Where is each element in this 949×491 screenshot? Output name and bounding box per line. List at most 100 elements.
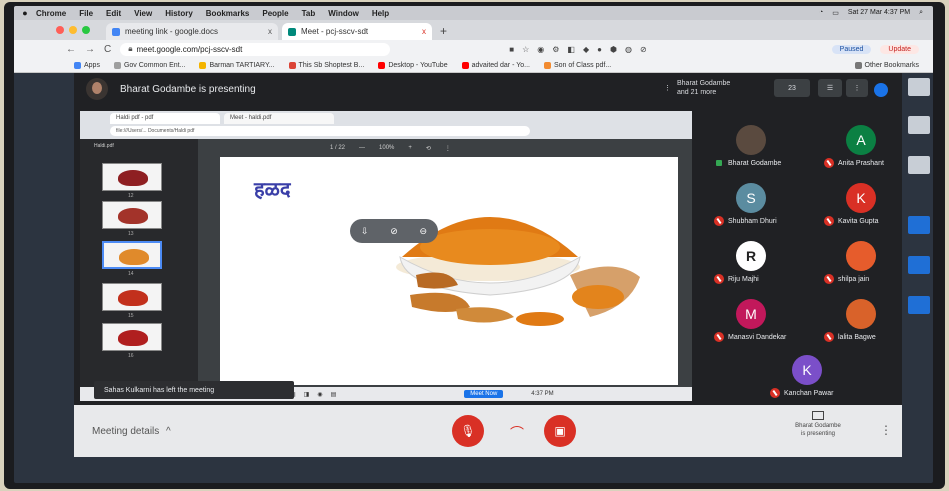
menu-bookmarks[interactable]: Bookmarks bbox=[206, 9, 250, 18]
chat-button[interactable]: ☰ bbox=[818, 79, 842, 97]
thumbnail-panel: Haldi.pdf 12 13 14 15 16 bbox=[80, 139, 198, 401]
extension-icon[interactable]: ● bbox=[597, 45, 602, 54]
desktop-folder-icon[interactable] bbox=[908, 256, 930, 274]
new-tab-button[interactable]: + bbox=[440, 24, 447, 38]
activities-button[interactable]: ⋮ bbox=[846, 79, 868, 97]
tab-meet[interactable]: Meet - pcj-sscv-sdt x bbox=[282, 23, 432, 40]
reload-button[interactable]: C bbox=[104, 44, 111, 55]
star-icon[interactable]: ☆ bbox=[522, 45, 529, 54]
powder-top bbox=[420, 229, 560, 265]
desktop-file-icon[interactable] bbox=[908, 116, 930, 134]
shared-browser-chrome: Haldi pdf - pdf Meet - haldi.pdf file://… bbox=[80, 111, 692, 139]
more-vert-icon[interactable]: ⋮ bbox=[880, 423, 892, 437]
desktop-folder-icon[interactable] bbox=[908, 216, 930, 234]
slide-thumbnail bbox=[102, 323, 162, 351]
battery-icon[interactable]: ▭ bbox=[832, 9, 839, 17]
participant-name: Kanchan Pawar bbox=[784, 389, 834, 397]
forward-button[interactable]: → bbox=[85, 44, 95, 55]
bookmark-item[interactable]: Barman TARTIARY... bbox=[199, 61, 275, 69]
participant-tile[interactable]: K Kanchan Pawar bbox=[760, 355, 860, 405]
bookmark-item[interactable]: This Sb Shoptest B... bbox=[288, 61, 364, 69]
profile-paused-button[interactable]: Paused bbox=[831, 44, 872, 54]
desktop-file-icon[interactable] bbox=[908, 78, 930, 96]
present-icon: ⋮ bbox=[664, 84, 671, 92]
present-now-button[interactable]: Bharat Godambe is presenting bbox=[790, 411, 846, 438]
page-indicator: 1 / 22 bbox=[330, 145, 346, 151]
zoom-window-button[interactable] bbox=[82, 26, 90, 34]
mic-toggle-button[interactable]: 🎙︎ bbox=[452, 415, 484, 447]
participant-name: Bharat Godambe bbox=[728, 159, 782, 167]
close-window-button[interactable] bbox=[56, 26, 64, 34]
slide-number: 12 bbox=[128, 193, 134, 199]
meeting-details-button[interactable]: Meeting details ^ bbox=[92, 426, 171, 437]
bookmark-item[interactable]: advaited dar - Yo... bbox=[461, 61, 530, 69]
avatar: S bbox=[736, 183, 766, 213]
youtube-icon bbox=[461, 61, 469, 69]
participant-tile[interactable]: Bharat Godambe bbox=[704, 125, 804, 175]
desktop-folder-icon[interactable] bbox=[908, 296, 930, 314]
participant-tile[interactable]: R Riju Majhi bbox=[704, 241, 804, 291]
extension-icon[interactable]: ◍ bbox=[625, 45, 632, 54]
camera-off-icon: ▣ bbox=[554, 424, 566, 438]
menu-file[interactable]: File bbox=[79, 9, 93, 18]
participant-tile[interactable]: M Manasvi Dandekar bbox=[704, 299, 804, 349]
menu-people[interactable]: People bbox=[262, 9, 288, 18]
extension-icon[interactable]: ⬢ bbox=[610, 45, 617, 54]
extension-icon[interactable]: ◧ bbox=[567, 45, 575, 54]
menu-window[interactable]: Window bbox=[328, 9, 359, 18]
close-tab-icon[interactable]: x bbox=[422, 27, 426, 36]
extension-icon[interactable]: ⊘ bbox=[640, 45, 647, 54]
pdf-floating-controls[interactable]: ⇩ ⊘ ⊖ bbox=[350, 219, 438, 243]
tab-meeting-link[interactable]: meeting link - google.docs x bbox=[106, 23, 278, 40]
extension-icon[interactable]: ⚙ bbox=[552, 45, 559, 54]
menu-view[interactable]: View bbox=[134, 9, 152, 18]
bookmark-label: Barman TARTIARY... bbox=[209, 61, 275, 69]
bookmark-item[interactable]: Desktop - YouTube bbox=[378, 61, 448, 69]
menubar-clock[interactable]: Sat 27 Mar 4:37 PM bbox=[848, 9, 910, 17]
bookmark-label: Gov Common Ent... bbox=[123, 61, 186, 69]
menu-chrome[interactable]: Chrome bbox=[36, 9, 66, 18]
back-button[interactable]: ← bbox=[66, 44, 76, 55]
bookmark-item[interactable]: Gov Common Ent... bbox=[113, 61, 186, 69]
bookmark-item[interactable]: Son of Class pdf... bbox=[543, 61, 611, 69]
download-icon: ⇩ bbox=[360, 225, 369, 236]
menu-edit[interactable]: Edit bbox=[106, 9, 121, 18]
slide-thumbnail bbox=[102, 201, 162, 229]
menu-history[interactable]: History bbox=[165, 9, 193, 18]
participant-tile[interactable]: S Shubham Dhuri bbox=[704, 183, 804, 233]
extension-icon[interactable]: ◉ bbox=[537, 45, 544, 54]
hang-up-button[interactable]: ⌒ bbox=[510, 423, 524, 443]
apple-icon[interactable]: ● bbox=[14, 8, 36, 18]
meet-favicon-icon bbox=[288, 27, 296, 36]
mac-menu-bar: ● Chrome File Edit View History Bookmark… bbox=[14, 6, 933, 20]
address-bar[interactable]: 🔒︎ meet.google.com/pcj-sscv-sdt bbox=[120, 42, 391, 56]
other-bookmarks[interactable]: Other Bookmarks bbox=[854, 61, 919, 69]
shared-tab: Meet - haldi.pdf bbox=[224, 113, 334, 124]
menu-help[interactable]: Help bbox=[372, 9, 389, 18]
participants-button[interactable]: 23 bbox=[774, 79, 810, 97]
update-button[interactable]: Update bbox=[880, 44, 919, 54]
rotate-icon: ⟲ bbox=[425, 146, 431, 152]
participant-tile[interactable]: A Anita Prashant bbox=[814, 125, 914, 175]
camera-icon[interactable]: ■ bbox=[509, 45, 514, 54]
participant-name: Shubham Dhuri bbox=[728, 217, 777, 225]
participant-tile[interactable]: shilpa jain bbox=[814, 241, 914, 291]
camera-toggle-button[interactable]: ▣ bbox=[544, 415, 576, 447]
participant-tile[interactable]: lalita Bagwe bbox=[814, 299, 914, 349]
participant-tile[interactable]: K Kavita Gupta bbox=[814, 183, 914, 233]
extension-icon[interactable]: ◆ bbox=[583, 45, 589, 54]
menu-tab[interactable]: Tab bbox=[302, 9, 316, 18]
browser-toolbar: ← → C 🔒︎ meet.google.com/pcj-sscv-sdt ■ … bbox=[14, 40, 933, 58]
desktop-file-icon[interactable] bbox=[908, 156, 930, 174]
minimize-window-button[interactable] bbox=[69, 26, 77, 34]
spotlight-icon[interactable]: ⌕ bbox=[919, 9, 923, 17]
wifi-icon[interactable]: ◔ bbox=[819, 9, 823, 17]
participant-name: Riju Majhi bbox=[728, 275, 759, 283]
more-icon: ⋮ bbox=[444, 146, 451, 152]
slide-number: 13 bbox=[128, 231, 134, 237]
close-tab-icon[interactable]: x bbox=[268, 27, 272, 36]
zoom-out-icon: — bbox=[359, 145, 366, 151]
bookmark-apps[interactable]: Apps bbox=[74, 61, 100, 69]
chat-icon: ☰ bbox=[826, 85, 834, 92]
user-avatar[interactable] bbox=[874, 83, 888, 97]
